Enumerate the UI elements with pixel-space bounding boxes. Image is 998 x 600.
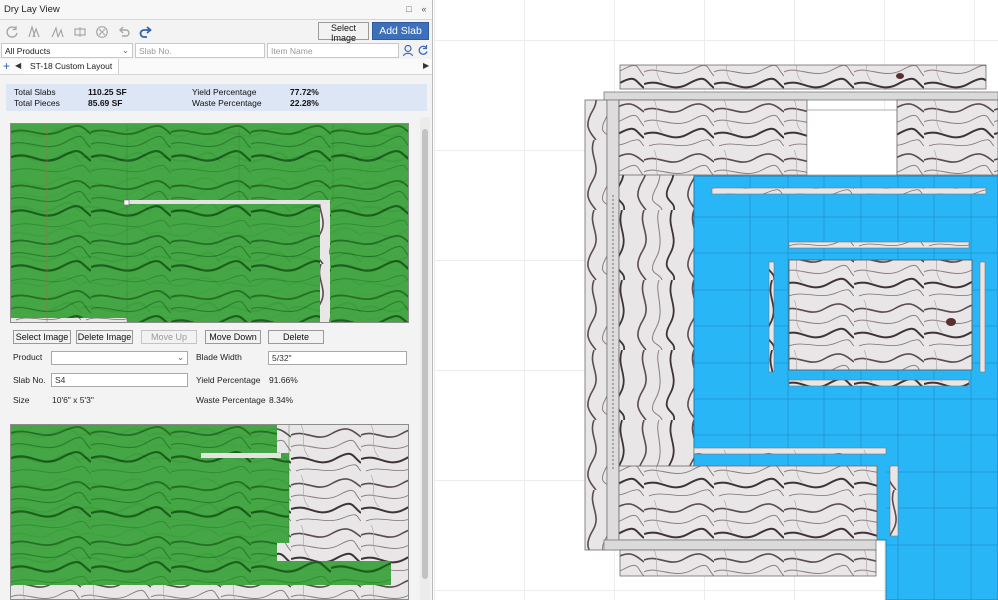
scrollbar-thumb[interactable] bbox=[422, 129, 428, 579]
product-select[interactable]: ⌄ bbox=[51, 351, 188, 365]
tab-scroll-left-icon[interactable]: ◀ bbox=[15, 61, 21, 70]
waste-percentage-label: Waste Percentage bbox=[192, 98, 262, 108]
slab-no-label: Slab No. bbox=[13, 375, 46, 385]
double-chevron-left-icon[interactable]: « bbox=[418, 3, 430, 15]
layout-canvas[interactable] bbox=[434, 0, 998, 600]
backsplash-piece-bottom bbox=[603, 539, 877, 551]
chevron-down-icon: ⌄ bbox=[176, 352, 184, 362]
pin-icon[interactable]: □ bbox=[403, 3, 415, 15]
panel-title: Dry Lay View bbox=[4, 4, 60, 15]
select-image-button[interactable]: Select Image bbox=[318, 22, 369, 43]
strip-piece-bottom bbox=[693, 447, 887, 455]
strip-piece-lower bbox=[788, 379, 970, 387]
total-slabs-value: 110.25 SF bbox=[88, 87, 127, 97]
yield-percentage-label: Yield Percentage bbox=[192, 87, 257, 97]
yield-percentage-value: 77.72% bbox=[290, 87, 319, 97]
total-slabs-label: Total Slabs bbox=[14, 87, 56, 97]
layout-summary: Total Slabs 110.25 SF Total Pieces 85.69… bbox=[6, 84, 427, 111]
layout-icon[interactable] bbox=[25, 23, 42, 40]
toolbar: Select Image Add Slab bbox=[0, 20, 432, 43]
product-filter-value: All Products bbox=[5, 46, 51, 56]
layout-alt-icon[interactable] bbox=[48, 23, 65, 40]
blade-width-label: Blade Width bbox=[196, 352, 242, 362]
delete-button[interactable]: Delete bbox=[268, 330, 324, 344]
strip-piece-bottom-right bbox=[889, 465, 899, 537]
move-down-button[interactable]: Move Down bbox=[205, 330, 261, 344]
size-value: 10'6" x 5'3" bbox=[52, 395, 94, 405]
slab-yield-label: Yield Percentage bbox=[196, 375, 261, 385]
blade-width-input[interactable]: 5/32" bbox=[268, 351, 407, 365]
total-pieces-value: 85.69 SF bbox=[88, 98, 123, 108]
delete-image-button[interactable]: Delete Image bbox=[76, 330, 133, 344]
tab-layout-label: ST-18 Custom Layout bbox=[30, 61, 113, 71]
countertop-piece-bottom-edge bbox=[619, 549, 877, 577]
slab-waste-value: 8.34% bbox=[269, 395, 294, 405]
flip-icon[interactable] bbox=[71, 23, 88, 40]
layout-tab-row: + ◀ ST-18 Custom Layout ▶ bbox=[0, 59, 432, 75]
countertop-piece-top bbox=[619, 64, 987, 90]
slab-yield-value: 91.66% bbox=[269, 375, 298, 385]
undo-icon[interactable] bbox=[115, 23, 132, 40]
move-up-button[interactable]: Move Up bbox=[141, 330, 197, 344]
tab-scroll-right-icon[interactable]: ▶ bbox=[423, 61, 429, 70]
slab-image[interactable] bbox=[10, 123, 409, 323]
size-label: Size bbox=[13, 395, 30, 405]
panel-titlebar: Dry Lay View □ « bbox=[0, 0, 432, 20]
slab-no-search-input[interactable]: Slab No. bbox=[135, 43, 265, 58]
chevron-down-icon: ⌄ bbox=[121, 45, 129, 55]
backsplash-piece-top bbox=[603, 91, 998, 101]
refresh-icon[interactable] bbox=[3, 23, 20, 40]
reload-icon[interactable] bbox=[417, 44, 429, 57]
tab-layout[interactable]: ST-18 Custom Layout bbox=[24, 59, 120, 74]
waste-percentage-value: 22.28% bbox=[290, 98, 319, 108]
countertop-piece-bottom bbox=[618, 465, 878, 541]
total-pieces-label: Total Pieces bbox=[14, 98, 60, 108]
countertop-piece-top-right bbox=[896, 99, 998, 176]
filter-row: All Products ⌄ Slab No. Item Name bbox=[0, 43, 432, 59]
product-filter-select[interactable]: All Products ⌄ bbox=[1, 43, 133, 58]
dry-lay-panel: Dry Lay View □ « Select Image Add Slab A bbox=[0, 0, 433, 600]
item-name-search-input[interactable]: Item Name bbox=[267, 43, 399, 58]
product-label: Product bbox=[13, 352, 43, 362]
strip-piece-left bbox=[768, 261, 775, 373]
slab-select-image-button[interactable]: Select Image bbox=[13, 330, 71, 344]
strip-piece-right bbox=[979, 261, 986, 373]
redo-icon[interactable] bbox=[137, 23, 154, 40]
plus-icon[interactable]: + bbox=[3, 60, 10, 72]
slab-image-2[interactable] bbox=[10, 424, 409, 600]
countertop-piece-top-center bbox=[618, 99, 808, 176]
slab-no-input[interactable]: S4 bbox=[51, 373, 188, 387]
countertop-piece-left-edge bbox=[584, 99, 608, 551]
slab-waste-label: Waste Percentage bbox=[196, 395, 266, 405]
strip-piece-upper bbox=[788, 241, 970, 249]
add-slab-button[interactable]: Add Slab bbox=[372, 22, 429, 40]
strip-piece-top bbox=[711, 187, 987, 195]
panel-scrollbar[interactable] bbox=[420, 117, 430, 600]
cancel-icon[interactable] bbox=[93, 23, 110, 40]
user-search-icon[interactable] bbox=[402, 44, 414, 57]
dry-lay-drawing[interactable] bbox=[434, 0, 998, 600]
island-piece bbox=[788, 259, 973, 371]
